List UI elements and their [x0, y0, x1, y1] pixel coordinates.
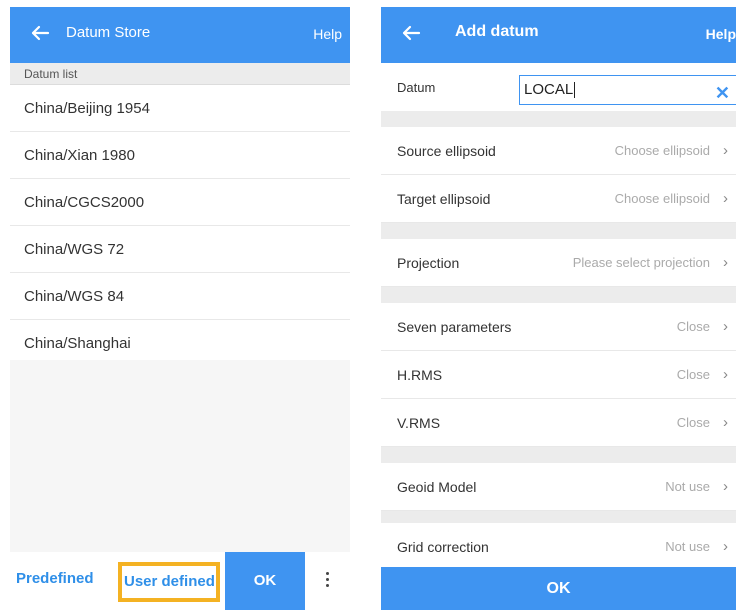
datum-store-screen: Datum Store Help Datum list China/Beijin… — [10, 7, 350, 610]
chevron-right-icon: › — [723, 478, 728, 495]
v-rms-label: V.RMS — [397, 415, 441, 431]
empty-area — [10, 360, 350, 552]
projection-label: Projection — [397, 255, 460, 271]
seven-parameters-row[interactable]: Seven parameters Close › — [381, 303, 736, 351]
datum-name-value: LOCAL — [524, 81, 574, 98]
list-item[interactable]: China/WGS 84 — [10, 273, 350, 320]
section-divider — [381, 111, 736, 127]
close-icon[interactable]: ✕ — [715, 79, 730, 107]
chevron-right-icon: › — [723, 318, 728, 335]
datum-name-input[interactable]: LOCAL ✕ — [519, 75, 736, 105]
section-divider — [381, 223, 736, 239]
list-item[interactable]: China/Xian 1980 — [10, 132, 350, 179]
datum-label: Datum — [397, 80, 436, 95]
source-ellipsoid-row[interactable]: Source ellipsoid Choose ellipsoid › — [381, 127, 736, 175]
geoid-model-row[interactable]: Geoid Model Not use › — [381, 463, 736, 511]
geoid-model-label: Geoid Model — [397, 479, 477, 495]
grid-correction-value: Not use — [665, 539, 710, 554]
datum-list: China/Beijing 1954 China/Xian 1980 China… — [10, 85, 350, 367]
page-title: Add datum — [455, 23, 539, 40]
source-ellipsoid-label: Source ellipsoid — [397, 143, 496, 159]
section-divider — [381, 511, 736, 523]
user-defined-button[interactable]: User defined — [118, 562, 220, 602]
h-rms-label: H.RMS — [397, 367, 443, 383]
chevron-right-icon: › — [723, 254, 728, 271]
app-bar: Add datum Help — [381, 7, 736, 63]
chevron-right-icon: › — [723, 190, 728, 207]
grid-correction-label: Grid correction — [397, 539, 489, 555]
list-item[interactable]: China/CGCS2000 — [10, 179, 350, 226]
list-item[interactable]: China/WGS 72 — [10, 226, 350, 273]
more-vertical-icon[interactable] — [323, 569, 331, 593]
add-datum-screen: Add datum Help Datum LOCAL ✕ Source elli… — [381, 7, 736, 610]
ok-button[interactable]: OK — [381, 567, 736, 610]
source-ellipsoid-value: Choose ellipsoid — [614, 143, 710, 158]
projection-value: Please select projection — [572, 255, 710, 270]
h-rms-value: Close — [676, 367, 710, 382]
chevron-right-icon: › — [723, 366, 728, 383]
chevron-right-icon: › — [723, 142, 728, 159]
section-header: Datum list — [10, 63, 350, 85]
arrow-left-icon[interactable] — [399, 21, 423, 45]
section-divider — [381, 287, 736, 303]
seven-parameters-value: Close — [676, 319, 710, 334]
text-caret — [574, 82, 576, 99]
v-rms-row[interactable]: V.RMS Close › — [381, 399, 736, 447]
arrow-left-icon[interactable] — [28, 21, 52, 45]
page-title: Datum Store — [66, 24, 151, 41]
chevron-right-icon: › — [723, 538, 728, 555]
v-rms-value: Close — [676, 415, 710, 430]
list-item[interactable]: China/Beijing 1954 — [10, 85, 350, 132]
target-ellipsoid-value: Choose ellipsoid — [614, 191, 710, 206]
target-ellipsoid-label: Target ellipsoid — [397, 191, 491, 207]
seven-parameters-label: Seven parameters — [397, 319, 512, 335]
h-rms-row[interactable]: H.RMS Close › — [381, 351, 736, 399]
section-divider — [381, 447, 736, 463]
grid-correction-row[interactable]: Grid correction Not use › — [381, 523, 736, 571]
target-ellipsoid-row[interactable]: Target ellipsoid Choose ellipsoid › — [381, 175, 736, 223]
help-button[interactable]: Help — [313, 26, 342, 42]
chevron-right-icon: › — [723, 414, 728, 431]
bottom-bar: Predefined User defined OK — [10, 552, 350, 610]
ok-button[interactable]: OK — [225, 552, 305, 610]
geoid-model-value: Not use — [665, 479, 710, 494]
predefined-button[interactable]: Predefined — [16, 570, 94, 587]
app-bar: Datum Store Help — [10, 7, 350, 63]
projection-row[interactable]: Projection Please select projection › — [381, 239, 736, 287]
help-button[interactable]: Help — [706, 26, 736, 42]
datum-row: Datum LOCAL ✕ — [381, 63, 736, 111]
